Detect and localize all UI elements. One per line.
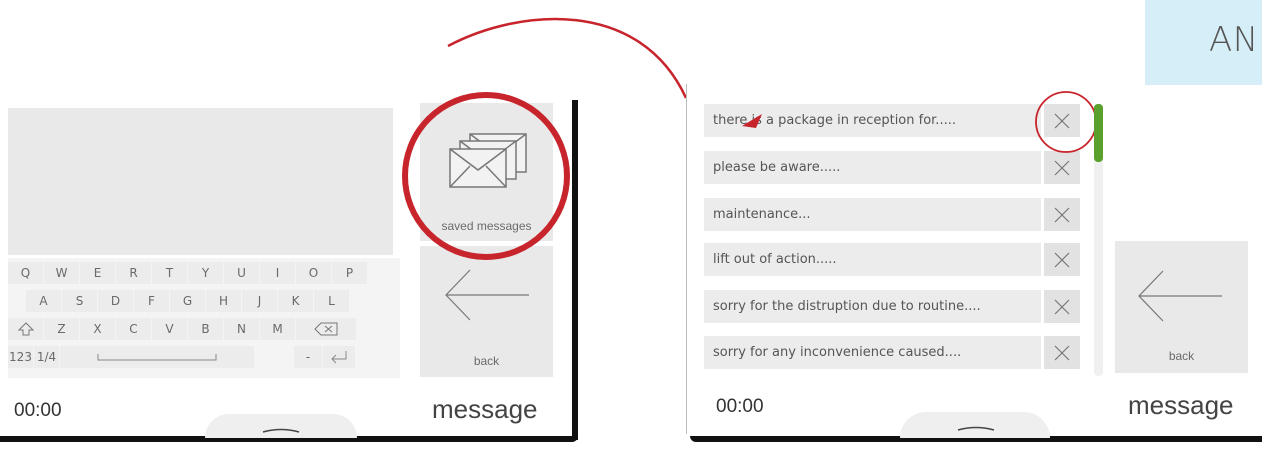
message-text-area[interactable] bbox=[8, 108, 393, 255]
close-icon bbox=[1054, 207, 1070, 222]
message-row[interactable]: sorry for the distruption due to routine… bbox=[704, 290, 1080, 323]
keyboard-row-4: 123 1/4 - bbox=[8, 346, 356, 368]
key-n[interactable]: N bbox=[224, 318, 259, 340]
shift-arrow-icon bbox=[17, 322, 34, 336]
key-a[interactable]: A bbox=[26, 290, 61, 312]
message-row[interactable]: please be aware..... bbox=[704, 151, 1080, 184]
right-screen-left-edge bbox=[686, 84, 687, 434]
home-handle[interactable] bbox=[900, 412, 1050, 438]
message-text[interactable]: sorry for the distruption due to routine… bbox=[704, 290, 1041, 323]
message-row[interactable]: maintenance... bbox=[704, 198, 1080, 231]
key-r[interactable]: R bbox=[116, 262, 151, 284]
key-p[interactable]: P bbox=[332, 262, 367, 284]
home-handle[interactable] bbox=[205, 414, 357, 438]
close-icon bbox=[1054, 345, 1070, 360]
space-bar-icon bbox=[97, 354, 217, 361]
corner-label-box: AN bbox=[1145, 0, 1262, 85]
key-t[interactable]: T bbox=[152, 262, 187, 284]
clock-time: 00:00 bbox=[716, 396, 764, 417]
message-text[interactable]: please be aware..... bbox=[704, 151, 1041, 184]
close-icon bbox=[1054, 299, 1070, 314]
on-screen-keyboard: Q W E R T Y U I O P A S D F G H J K L Z … bbox=[8, 258, 400, 378]
delete-message-button[interactable] bbox=[1044, 243, 1080, 276]
numbers-mode-key[interactable]: 123 bbox=[8, 346, 33, 368]
key-c[interactable]: C bbox=[116, 318, 151, 340]
key-b[interactable]: B bbox=[188, 318, 223, 340]
keyboard-row-2: A S D F G H J K L bbox=[26, 290, 350, 312]
dash-key[interactable]: - bbox=[294, 346, 322, 368]
page-key[interactable]: 1/4 bbox=[34, 346, 59, 368]
scrollbar-thumb[interactable] bbox=[1094, 104, 1103, 162]
key-e[interactable]: E bbox=[80, 262, 115, 284]
spacer-key bbox=[255, 346, 293, 368]
delete-highlight-circle bbox=[1035, 91, 1097, 153]
keyboard-row-3: Z X C V B N M bbox=[8, 318, 357, 340]
delete-message-button[interactable] bbox=[1044, 290, 1080, 323]
message-row[interactable]: lift out of action..... bbox=[704, 243, 1080, 276]
key-f[interactable]: F bbox=[134, 290, 169, 312]
handle-chevron-icon bbox=[262, 428, 300, 433]
key-x[interactable]: X bbox=[80, 318, 115, 340]
key-d[interactable]: D bbox=[98, 290, 133, 312]
close-icon bbox=[1054, 252, 1070, 267]
key-s[interactable]: S bbox=[62, 290, 97, 312]
arrowhead-icon bbox=[742, 114, 762, 128]
key-y[interactable]: Y bbox=[188, 262, 223, 284]
enter-key[interactable] bbox=[323, 346, 355, 368]
key-l[interactable]: L bbox=[314, 290, 349, 312]
back-label: back bbox=[1168, 349, 1195, 363]
key-v[interactable]: V bbox=[152, 318, 187, 340]
backspace-icon bbox=[314, 322, 338, 336]
key-j[interactable]: J bbox=[242, 290, 277, 312]
handle-chevron-icon bbox=[957, 426, 995, 431]
key-q[interactable]: Q bbox=[8, 262, 43, 284]
backspace-key[interactable] bbox=[296, 318, 356, 340]
key-o[interactable]: O bbox=[296, 262, 331, 284]
screen-title: message bbox=[1128, 390, 1234, 420]
back-label: back bbox=[473, 354, 500, 368]
message-row[interactable]: sorry for any inconvenience caused.... bbox=[704, 336, 1080, 369]
shift-key[interactable] bbox=[8, 318, 43, 340]
key-m[interactable]: M bbox=[260, 318, 295, 340]
back-arrow-icon bbox=[1138, 270, 1222, 322]
clock-time: 00:00 bbox=[14, 400, 62, 421]
message-text[interactable]: maintenance... bbox=[704, 198, 1041, 231]
close-icon bbox=[1054, 160, 1070, 175]
key-z[interactable]: Z bbox=[44, 318, 79, 340]
screen-title: message bbox=[432, 394, 538, 424]
key-k[interactable]: K bbox=[278, 290, 313, 312]
space-key[interactable] bbox=[60, 346, 254, 368]
corner-label: AN bbox=[1209, 20, 1259, 60]
key-g[interactable]: G bbox=[170, 290, 205, 312]
key-h[interactable]: H bbox=[206, 290, 241, 312]
message-text[interactable]: lift out of action..... bbox=[704, 243, 1041, 276]
key-w[interactable]: W bbox=[44, 262, 79, 284]
back-button[interactable]: back bbox=[1115, 241, 1248, 373]
connector-arrow bbox=[447, 17, 688, 99]
keyboard-row-1: Q W E R T Y U I O P bbox=[8, 262, 368, 284]
enter-icon bbox=[331, 351, 347, 364]
delete-message-button[interactable] bbox=[1044, 198, 1080, 231]
key-i[interactable]: I bbox=[260, 262, 295, 284]
key-u[interactable]: U bbox=[224, 262, 259, 284]
delete-message-button[interactable] bbox=[1044, 336, 1080, 369]
message-text[interactable]: sorry for any inconvenience caused.... bbox=[704, 336, 1041, 369]
